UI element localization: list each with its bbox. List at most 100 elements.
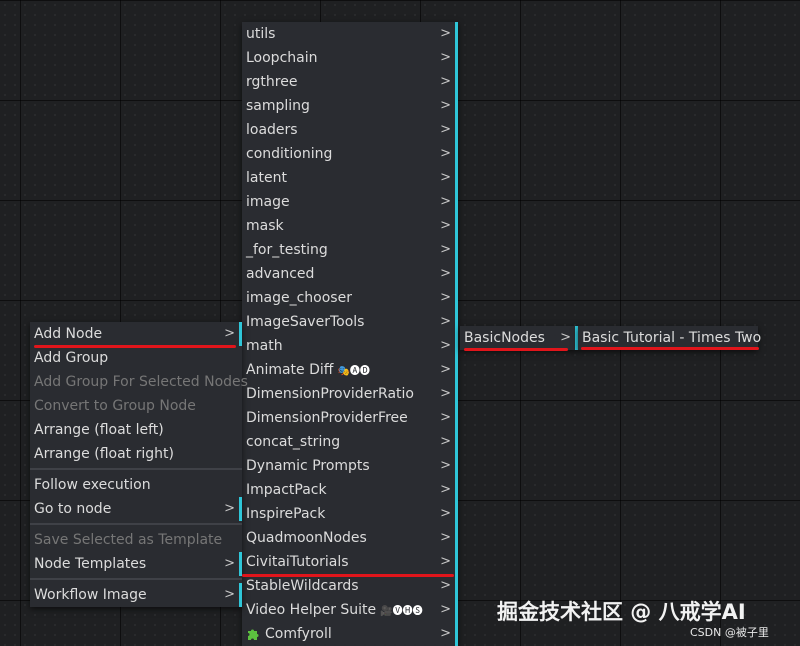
menu-item-label: utils [246,26,276,42]
menu-item-loaders[interactable]: loaders > [242,118,458,142]
menu-item-conditioning[interactable]: conditioning > [242,142,458,166]
menu-item-label: Animate Diff [246,362,334,378]
node-category-menu: utils > Loopchain > rgthree > sampling > loa… [242,22,458,646]
menu-item-impactpack[interactable]: ImpactPack > [242,478,458,502]
menu-item-utils[interactable]: utils > [242,22,458,46]
menu-item-dimensionproviderratio[interactable]: DimensionProviderRatio > [242,382,458,406]
menu-item-stablewildcards[interactable]: StableWildcards > [242,574,458,598]
chevron-right-icon: > [440,434,451,449]
menu-item-loopchain[interactable]: Loopchain > [242,46,458,70]
menu-item-label: loaders [246,122,298,138]
chevron-right-icon: > [440,194,451,209]
chevron-right-icon: > [440,314,451,329]
chevron-right-icon: > [440,74,451,89]
chevron-right-icon: > [440,50,451,65]
menu-item-dynamic-prompts[interactable]: Dynamic Prompts > [242,454,458,478]
chevron-right-icon: > [440,122,451,137]
menu-item-for-testing[interactable]: _for_testing > [242,238,458,262]
menu-item-label: concat_string [246,434,341,450]
chevron-right-icon: > [224,501,235,516]
menu-item-inspirepack[interactable]: InspirePack > [242,502,458,526]
video-helper-badge-icon: 🎥🅥🅗🅢 [380,606,423,617]
chevron-right-icon: > [440,626,451,641]
menu-item-image[interactable]: image > [242,190,458,214]
chevron-right-icon: > [440,506,451,521]
menu-item-workflow-image[interactable]: Workflow Image > [30,583,242,607]
chevron-right-icon: > [440,218,451,233]
menu-item-add-node[interactable]: Add Node > [30,322,242,346]
menu-item-label: advanced [246,266,315,282]
menu-item-label: Arrange (float left) [34,422,164,438]
menu-item-basicnodes[interactable]: BasicNodes > [460,326,578,350]
menu-separator [30,523,242,525]
chevron-right-icon: > [224,556,235,571]
chevron-right-icon: > [560,330,571,345]
menu-item-label: image [246,194,290,210]
chevron-right-icon: > [440,386,451,401]
menu-item-math[interactable]: math > [242,334,458,358]
chevron-right-icon: > [440,26,451,41]
chevron-right-icon: > [440,98,451,113]
chevron-right-icon: > [440,362,451,377]
menu-item-label: sampling [246,98,310,114]
menu-item-video-helper-suite[interactable]: Video Helper Suite 🎥🅥🅗🅢 > [242,598,458,622]
chevron-right-icon: > [224,587,235,602]
menu-item-label: math [246,338,283,354]
menu-item-label: Dynamic Prompts [246,458,370,474]
menu-item-animate-diff[interactable]: Animate Diff 🎭🅐🅓 > [242,358,458,382]
menu-item-advanced[interactable]: advanced > [242,262,458,286]
menu-item-quadmoonnodes[interactable]: QuadmoonNodes > [242,526,458,550]
annotation-underline-basic-tutorial [581,347,759,350]
menu-item-comfyroll[interactable]: Comfyroll > [242,622,458,646]
menu-separator [30,468,242,470]
menu-item-label: ImageSaverTools [246,314,365,330]
menu-item-label: DimensionProviderFree [246,410,408,426]
chevron-right-icon: > [440,482,451,497]
menu-item-label: Arrange (float right) [34,446,174,462]
puzzle-piece-icon [248,629,259,640]
menu-item-concat-string[interactable]: concat_string > [242,430,458,454]
menu-item-label: mask [246,218,284,234]
menu-item-arrange-float-right[interactable]: Arrange (float right) [30,442,242,466]
chevron-right-icon: > [440,338,451,353]
menu-item-dimensionproviderfree[interactable]: DimensionProviderFree > [242,406,458,430]
chevron-right-icon: > [440,266,451,281]
menu-item-label: InspirePack [246,506,326,522]
chevron-right-icon: > [440,578,451,593]
watermark-text: 掘金技术社区 @ 八戒学AI [497,600,746,624]
menu-item-node-templates[interactable]: Node Templates > [30,552,242,576]
chevron-right-icon: > [440,242,451,257]
chevron-right-icon: > [440,530,451,545]
menu-item-go-to-node[interactable]: Go to node > [30,497,242,521]
menu-item-label: Video Helper Suite [246,602,377,618]
menu-item-label: conditioning [246,146,333,162]
menu-item-mask[interactable]: mask > [242,214,458,238]
menu-item-label: Loopchain [246,50,318,66]
menu-item-arrange-float-left[interactable]: Arrange (float left) [30,418,242,442]
chevron-right-icon: > [440,146,451,161]
menu-item-label: BasicNodes [464,330,545,346]
menu-item-image-chooser[interactable]: image_chooser > [242,286,458,310]
menu-item-rgthree[interactable]: rgthree > [242,70,458,94]
chevron-right-icon: > [440,458,451,473]
menu-item-label: latent [246,170,287,186]
chevron-right-icon: > [440,410,451,425]
annotation-underline-add-node [34,345,236,348]
civitai-tutorials-submenu: BasicNodes > [460,326,578,350]
menu-item-latent[interactable]: latent > [242,166,458,190]
chevron-right-icon: > [440,170,451,185]
menu-item-label: StableWildcards [246,578,359,594]
menu-item-label: _for_testing [246,242,328,258]
menu-item-add-group-for-selected: Add Group For Selected Nodes [30,370,248,394]
menu-item-label: DimensionProviderRatio [246,386,414,402]
menu-item-follow-execution[interactable]: Follow execution [30,473,242,497]
menu-separator [30,578,242,580]
menu-item-label: Go to node [34,501,112,517]
menu-item-imagesavertools[interactable]: ImageSaverTools > [242,310,458,334]
menu-item-label: Save Selected as Template [34,532,223,548]
menu-item-civitaitutorials[interactable]: CivitaiTutorials > [242,550,458,574]
menu-item-label: Workflow Image [34,587,147,603]
menu-item-sampling[interactable]: sampling > [242,94,458,118]
csdn-watermark: CSDN @被子里 [690,626,769,639]
menu-item-add-group[interactable]: Add Group [30,346,242,370]
